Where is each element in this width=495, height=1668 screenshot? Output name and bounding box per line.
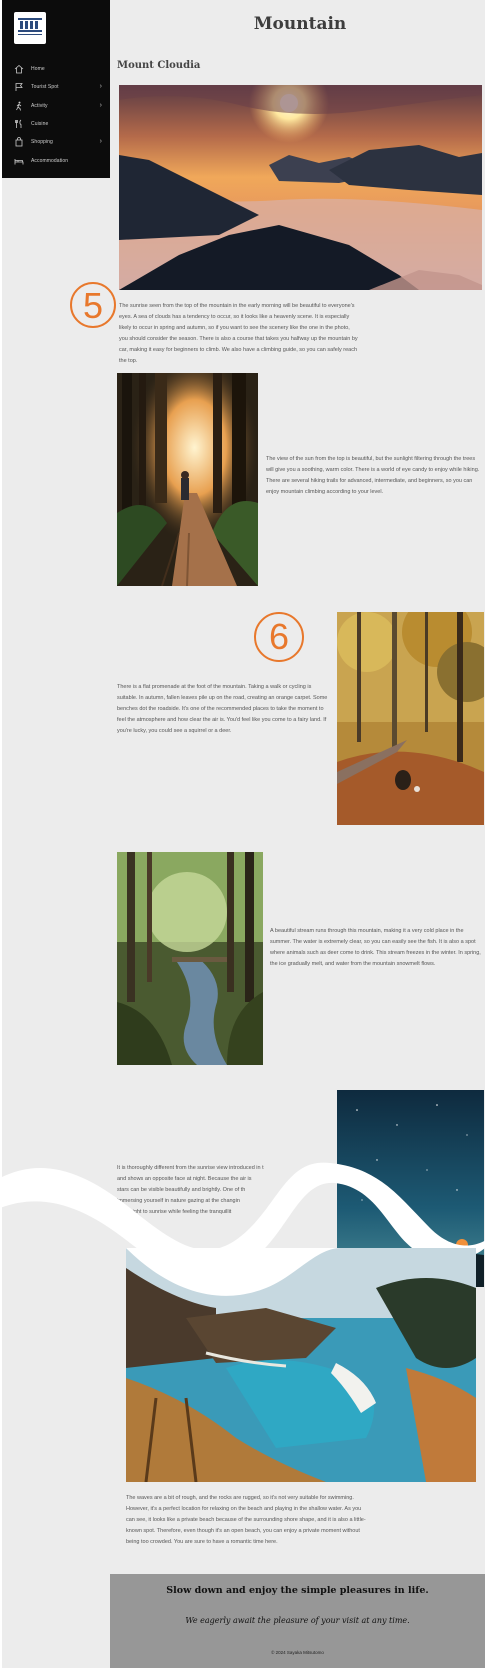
footer-copyright: © 2024 Sayaka Mitsutomo [271, 1650, 324, 1655]
beach-paragraph: The waves are a bit of rough, and the ro… [126, 1495, 366, 1545]
forest-path-photo [117, 373, 258, 586]
nav-item-activity[interactable]: Activity › [2, 97, 110, 115]
bed-icon [14, 156, 24, 166]
section-title: Mount Cloudia [117, 60, 201, 71]
chevron-right-icon: › [99, 101, 102, 109]
promenade-paragraph: There is a flat promenade at the foot of… [117, 684, 328, 734]
mountain-logo-icon [18, 18, 42, 35]
hiking-icon [14, 101, 24, 111]
nav-item-tourist-spot[interactable]: Tourist Spot › [2, 78, 110, 96]
page: Home Tourist Spot › Activity › Cuisine S… [0, 0, 495, 1668]
sidebar-nav: Home Tourist Spot › Activity › Cuisine S… [2, 0, 110, 178]
step-five-number: 5 [82, 285, 104, 326]
nav-item-label: Shopping [31, 139, 53, 146]
stream-photo [117, 852, 263, 1065]
chevron-right-icon: › [99, 138, 102, 146]
flag-icon [14, 82, 24, 92]
cutlery-icon [14, 119, 24, 129]
home-icon [14, 64, 24, 74]
site-logo[interactable] [14, 12, 46, 44]
nav-item-shopping[interactable]: Shopping › [2, 133, 110, 151]
nav-item-label: Tourist Spot [31, 84, 59, 91]
nav-item-cuisine[interactable]: Cuisine [2, 115, 110, 133]
footer: Slow down and enjoy the simple pleasures… [110, 1574, 485, 1668]
step-six-number: 6 [268, 616, 290, 657]
nav-item-accommodation[interactable]: Accommodation [2, 151, 110, 169]
right-gutter [485, 0, 495, 1668]
left-gutter [0, 0, 2, 1668]
nav-item-label: Home [31, 66, 45, 73]
shopping-bag-icon [14, 137, 24, 147]
nav-list: Home Tourist Spot › Activity › Cuisine S… [2, 60, 110, 170]
stream-paragraph: A beautiful stream runs through this mou… [270, 928, 481, 967]
chevron-right-icon: › [99, 83, 102, 91]
autumn-path-photo [337, 612, 484, 825]
page-title: Mountain [253, 14, 347, 34]
nav-item-label: Cuisine [31, 121, 49, 128]
nav-item-home[interactable]: Home [2, 60, 110, 78]
forest-paragraph: The view of the sun from the top is beau… [266, 456, 480, 495]
nav-item-label: Activity [31, 102, 48, 109]
sunrise-paragraph: The sunrise seen from the top of the mou… [119, 303, 358, 364]
footer-headline: Slow down and enjoy the simple pleasures… [166, 1585, 429, 1596]
beach-photo [126, 1248, 476, 1482]
sunrise-photo [119, 85, 482, 290]
footer-tagline: We eagerly await the pleasure of your vi… [185, 1616, 410, 1625]
nav-item-label: Accommodation [31, 157, 69, 164]
